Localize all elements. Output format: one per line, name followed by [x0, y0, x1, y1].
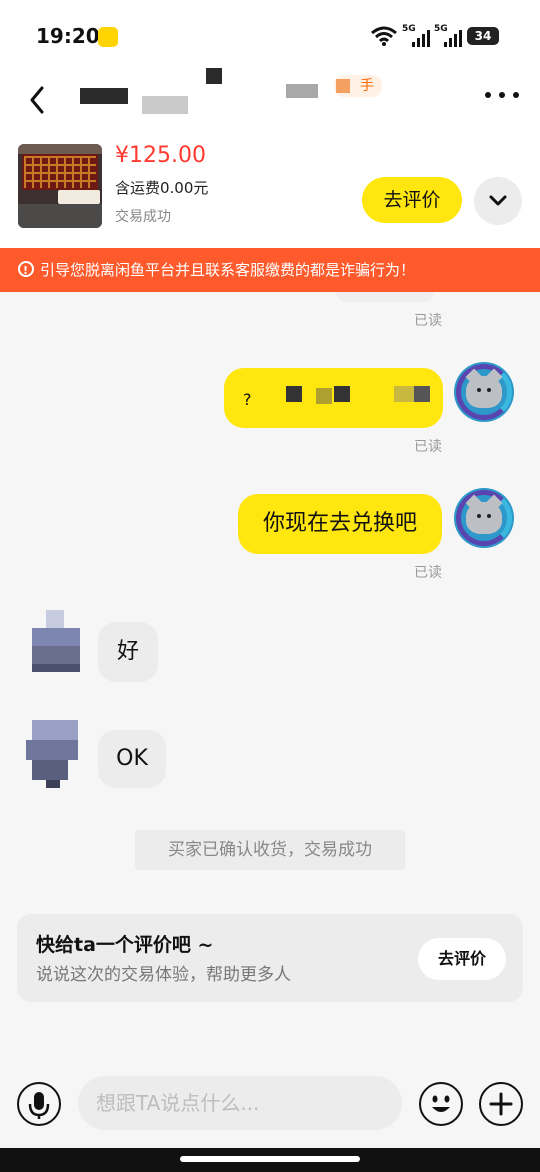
back-arrow-icon[interactable]: [24, 80, 54, 120]
product-price: ¥125.00: [115, 143, 206, 168]
read-receipt: 已读: [414, 439, 442, 455]
review-prompt-subtitle: 说说这次的交易体验，帮助更多人: [36, 965, 291, 985]
message-bubble-partial: [336, 292, 434, 302]
warning-icon: [18, 249, 34, 293]
emoji-button[interactable]: [419, 1082, 463, 1126]
microphone-icon: [28, 1092, 50, 1119]
status-time: 19:20: [36, 24, 100, 48]
review-prompt-title: 快给ta一个评价吧 ~: [36, 934, 214, 956]
app-notification-icon: [98, 27, 118, 47]
status-bar: 19:20 5G 5G 34: [0, 0, 540, 70]
emoji-icon: [432, 1095, 450, 1112]
read-receipt: 已读: [414, 313, 442, 329]
more-icon[interactable]: [484, 85, 520, 105]
contact-avatar[interactable]: [26, 720, 78, 788]
product-card[interactable]: ¥125.00 含运费0.00元 交易成功 去评价: [0, 132, 540, 248]
review-button[interactable]: 去评价: [362, 177, 462, 223]
my-avatar[interactable]: [454, 488, 514, 548]
read-receipt: 已读: [414, 565, 442, 581]
warning-text: 引导您脱离闲鱼平台并且联系客服缴费的都是诈骗行为！: [40, 261, 416, 279]
review-prompt-card: 快给ta一个评价吧 ~ 说说这次的交易体验，帮助更多人 去评价: [17, 914, 523, 1002]
shipping-fee: 含运费0.00元: [115, 179, 209, 197]
expand-button[interactable]: [474, 177, 522, 225]
fraud-warning-banner: 引导您脱离闲鱼平台并且联系客服缴费的都是诈骗行为！: [0, 248, 540, 293]
more-actions-button[interactable]: [479, 1082, 523, 1126]
review-card-button[interactable]: 去评价: [418, 938, 506, 980]
cellular-signal-icon-2: 5G: [434, 24, 462, 48]
contact-avatar[interactable]: [30, 610, 80, 672]
voice-button[interactable]: [17, 1082, 61, 1126]
contact-name-redacted: [74, 68, 334, 114]
product-thumbnail[interactable]: [18, 144, 102, 228]
battery-icon: 34: [467, 27, 499, 45]
chat-header: 手: [0, 68, 540, 132]
my-avatar[interactable]: [454, 362, 514, 422]
home-indicator[interactable]: [180, 1156, 360, 1162]
seller-tag: 手: [334, 75, 382, 97]
system-message: 买家已确认收货，交易成功: [135, 830, 405, 870]
wifi-icon: [371, 26, 397, 46]
cellular-signal-icon: 5G: [402, 24, 430, 48]
message-bubble-me[interactable]: 你现在去兑换吧: [238, 494, 442, 554]
message-bubble-other[interactable]: 好: [98, 622, 158, 682]
message-input[interactable]: [78, 1076, 402, 1130]
plus-icon: [489, 1092, 513, 1116]
trade-status: 交易成功: [115, 209, 171, 225]
message-input-bar: [0, 1072, 540, 1148]
system-nav-bar: [0, 1148, 540, 1172]
message-bubble-me[interactable]: ?: [224, 368, 443, 428]
message-bubble-other[interactable]: OK: [98, 730, 166, 788]
chevron-down-icon: [489, 195, 507, 206]
chat-messages[interactable]: 已读 ? 已读 你现在去兑换吧 已读 好 OK 买家已确认收货，交易成功 快给t…: [0, 292, 540, 1072]
